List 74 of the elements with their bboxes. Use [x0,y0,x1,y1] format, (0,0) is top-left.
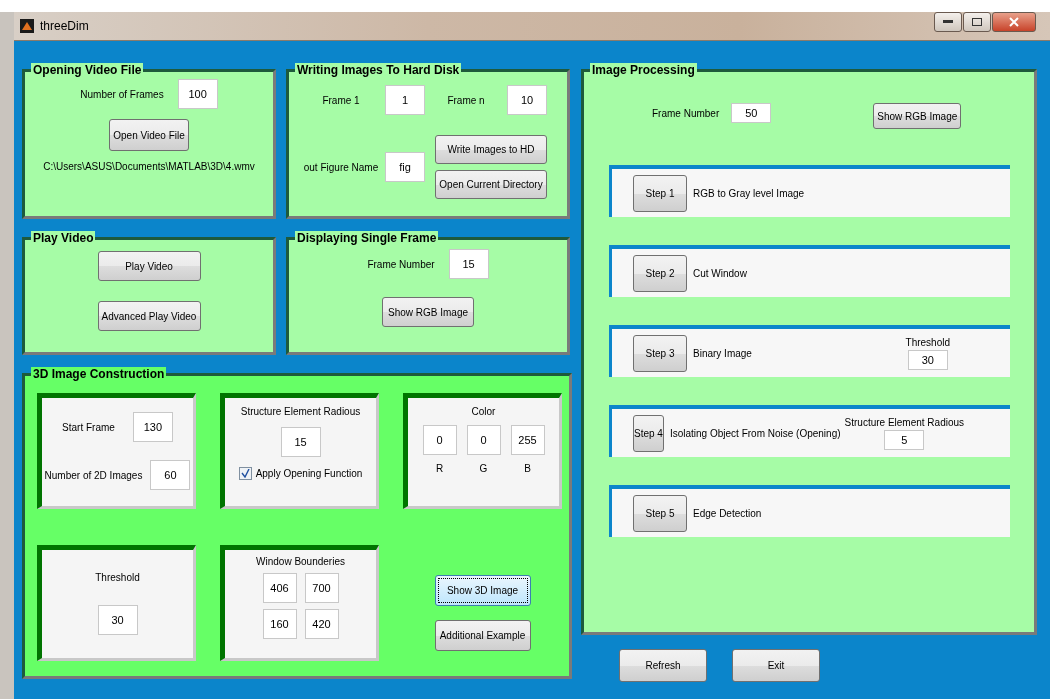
input-field[interactable]: 50 [731,103,772,123]
field-label: Threshold [95,572,140,583]
field-label: out Figure Name [303,161,379,173]
input-field[interactable]: 160 [262,609,297,639]
window-title: threeDim [40,19,90,33]
minimize-icon [943,20,953,24]
channel-label: B [523,463,532,474]
step-button[interactable]: Step 4 [633,414,664,452]
input-field[interactable]: 420 [304,609,339,639]
panel-title: Opening Video File [31,63,144,77]
input-field[interactable]: 5 [884,429,925,450]
checkbox-label: Apply Opening Function [255,468,363,479]
step-description: RGB to Gray level Image [693,187,805,199]
app-icon [20,19,34,33]
field-label: Frame n [447,94,485,106]
field-label: Frame Number [367,258,435,270]
input-field[interactable]: 60 [150,460,191,490]
field-label: Frame Number [652,107,720,119]
action-button[interactable]: Write Images to HD [435,135,547,164]
channel-label: R [434,463,445,474]
input-field[interactable]: 406 [262,573,297,603]
step-description: Edge Detection [693,507,762,519]
field-label: Structure Element Radious [240,406,361,417]
action-button[interactable]: Additional Example [434,620,531,651]
maximize-button[interactable] [963,12,991,32]
input-field[interactable]: 10 [507,85,547,115]
input-field[interactable]: 15 [280,427,321,457]
step-description: Isolating Object From Noise (Opening) [669,427,841,439]
maximize-icon [972,18,982,26]
step-description: Binary Image [693,347,752,359]
show-image-button[interactable]: Show RGB Image [382,297,474,327]
panel-title: Play Video [31,231,96,245]
field-label: Structure Element Radious [844,416,965,428]
field-label: Number of Frames [80,88,164,100]
footer-button[interactable]: Exit [732,649,820,682]
footer-button[interactable]: Refresh [619,649,707,682]
action-button[interactable]: Open Current Directory [435,170,547,199]
input-field[interactable]: 0 [466,425,501,455]
field-label: Start Frame [62,421,115,433]
close-button[interactable] [992,12,1036,32]
field-label: Frame 1 [322,94,360,106]
step-button[interactable]: Step 1 [633,174,687,212]
input-field[interactable]: 100 [177,79,218,109]
panel-title: Displaying Single Frame [295,231,439,245]
minimize-button[interactable] [934,12,962,32]
step-button[interactable]: Step 2 [633,254,687,292]
channel-label: G [478,463,489,474]
input-field[interactable]: 1 [385,85,425,115]
play-button[interactable]: Advanced Play Video [97,301,201,331]
panel-title: Writing Images To Hard Disk [295,63,462,77]
input-field[interactable]: 15 [448,249,489,279]
panel-title: Image Processing [590,63,697,77]
field-label: Color [471,406,496,417]
input-field[interactable]: 130 [132,412,173,442]
file-path: C:\Users\ASUS\Documents\MATLAB\3D\4.wmv [43,161,255,172]
close-icon [1009,17,1019,27]
field-label: Window Bounderies [256,556,345,567]
show-image-button[interactable]: Show RGB Image [873,103,962,129]
input-field[interactable]: 30 [97,605,138,635]
step-button[interactable]: Step 5 [633,494,687,532]
checkbox[interactable] [238,467,252,480]
input-field[interactable]: 0 [422,425,457,455]
step-button[interactable]: Step 3 [633,334,687,372]
action-button[interactable]: Show 3D Image [434,575,531,606]
play-button[interactable]: Play Video [97,251,201,281]
input-field[interactable]: 30 [907,349,948,370]
panel-title: 3D Image Construction [31,367,167,381]
open-video-button[interactable]: Open Video File [109,119,189,151]
step-description: Cut Window [693,267,747,279]
input-field[interactable]: fig [385,152,425,182]
field-label: Number of 2D Images [44,469,143,481]
input-field[interactable]: 700 [304,573,339,603]
input-field[interactable]: 255 [510,425,545,455]
field-label: Threshold [905,336,950,348]
